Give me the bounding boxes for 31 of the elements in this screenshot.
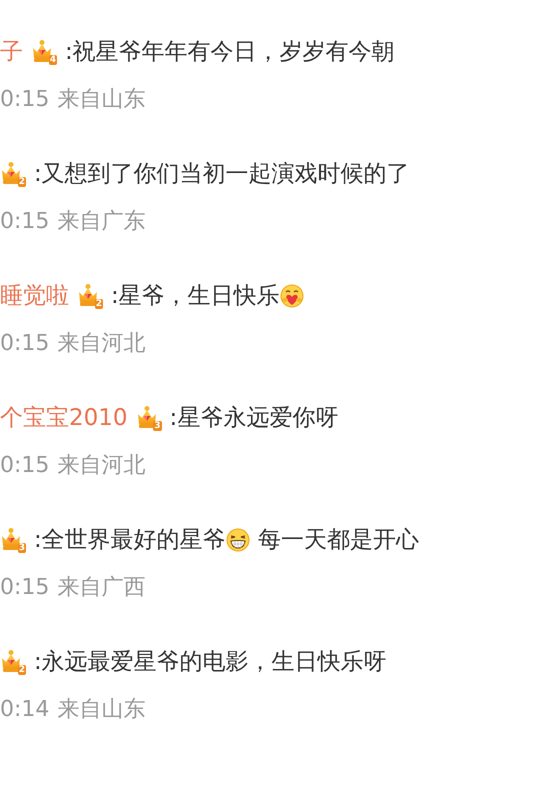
comment-time: 0:15 [0, 330, 50, 358]
comment-time: 0:15 [0, 208, 50, 236]
comment-time: 0:15 [0, 86, 50, 114]
comment-text: :全世界最好的星爷 [34, 526, 226, 555]
comment-time: 0:14 [0, 696, 50, 724]
grinning-emoji-icon [226, 528, 250, 552]
comment-text: :又想到了你们当初一起演戏时候的了 [34, 160, 410, 189]
comment-text: :星爷永远爱你呀 [170, 404, 338, 433]
badge-level: 4 [48, 55, 57, 65]
username: 子 [0, 38, 23, 67]
comment-location: 来自河北 [57, 452, 146, 480]
comment-text: :星爷，生日快乐 [111, 282, 280, 311]
badge-level: 2 [18, 665, 26, 675]
comment-text: 每一天都是开心 [258, 526, 419, 555]
username: 个宝宝2010 [0, 404, 128, 433]
badge-level: 2 [18, 177, 26, 187]
comment-text: :祝星爷年年有今日，岁岁有今朝 [65, 38, 395, 67]
comment-location: 来自广西 [57, 574, 146, 602]
comment-location: 来自河北 [57, 330, 146, 358]
comment-location: 来自山东 [57, 696, 146, 724]
comment-text: :永远最爱星爷的电影，生日快乐呀 [34, 648, 387, 677]
badge-level: 3 [153, 421, 162, 431]
comment-time: 0:15 [0, 574, 50, 602]
comment-time: 0:15 [0, 452, 50, 480]
crown-icon [136, 405, 158, 429]
username: 睡觉啦 [0, 282, 69, 311]
badge-level: 3 [18, 543, 26, 553]
comment-location: 来自山东 [57, 86, 146, 114]
comment-location: 来自广东 [57, 208, 146, 236]
badge-level: 2 [94, 299, 103, 309]
hugging-emoji-icon [280, 284, 304, 308]
